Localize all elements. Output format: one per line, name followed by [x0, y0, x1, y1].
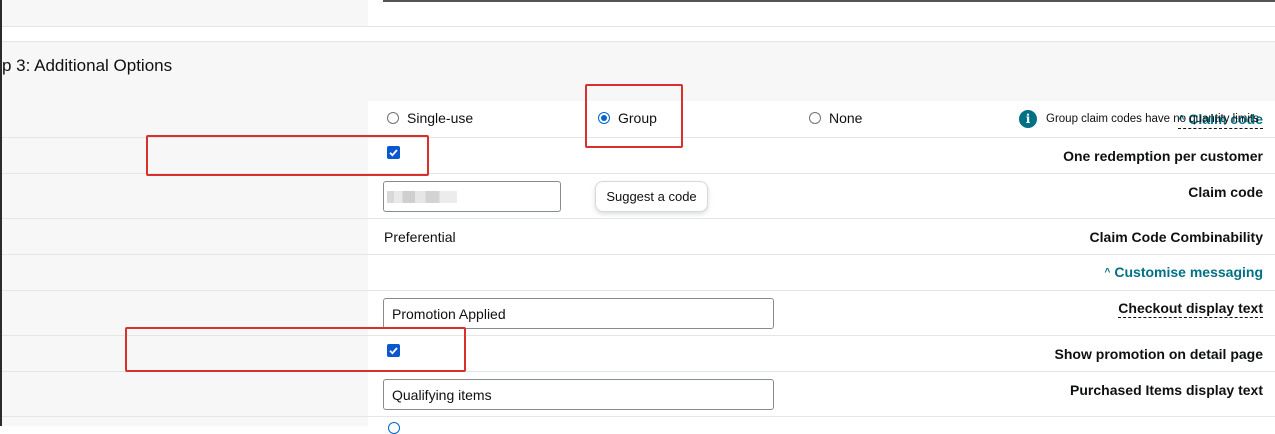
step-title: p 3: Additional Options — [2, 56, 173, 75]
suggest-code-button[interactable]: Suggest a code — [595, 181, 708, 212]
claim-code-row: ^ Claim code Single-use Group None i Grou… — [2, 101, 1275, 138]
caret-up-icon: ^ — [1104, 267, 1111, 278]
previous-input-edge — [383, 0, 1275, 2]
checkmark-icon — [389, 149, 398, 157]
customise-messaging-toggle[interactable]: ^ Customise messaging — [1105, 264, 1263, 280]
show-promotion-row: Show promotion on detail page — [2, 336, 1275, 372]
radio-single-use[interactable]: Single-use — [387, 110, 473, 126]
info-message: i Group claim codes have no quantity lim… — [1019, 110, 1259, 128]
combinability-label: Claim Code Combinability — [1089, 229, 1263, 245]
claim-code-input-row: Claim code Suggest a code — [2, 174, 1275, 219]
previous-section-remnant — [2, 0, 1275, 27]
previous-label-cell — [2, 0, 368, 26]
checkout-display-input[interactable]: Promotion Applied — [383, 298, 774, 329]
show-promotion-checkbox[interactable] — [387, 344, 400, 357]
one-redemption-checkbox[interactable] — [387, 146, 400, 159]
step-header: p 3: Additional Options — [2, 41, 1275, 103]
radio-none[interactable]: None — [809, 110, 862, 126]
checkout-display-row: Checkout display text Promotion Applied — [2, 291, 1275, 336]
purchased-items-input[interactable]: Qualifying items — [383, 379, 774, 410]
radio-circle-icon[interactable] — [388, 422, 400, 434]
claim-code-label: Claim code — [1188, 184, 1263, 200]
checkout-display-label: Checkout display text — [1118, 300, 1263, 318]
show-promotion-label: Show promotion on detail page — [1054, 346, 1263, 362]
info-icon: i — [1019, 110, 1037, 128]
radio-circle-icon — [387, 112, 399, 124]
one-redemption-label: One redemption per customer — [1063, 148, 1263, 164]
redacted-code — [387, 190, 457, 203]
checkmark-icon — [389, 347, 398, 355]
one-redemption-row: One redemption per customer — [2, 138, 1275, 174]
radio-circle-icon — [809, 112, 821, 124]
next-row-peek — [2, 417, 1275, 426]
customise-messaging-row: ^ Customise messaging — [2, 255, 1275, 291]
purchased-items-row: Purchased Items display text Qualifying … — [2, 372, 1275, 417]
combinability-value: Preferential — [384, 229, 456, 245]
purchased-items-label: Purchased Items display text — [1070, 382, 1263, 398]
radio-selected-icon — [598, 112, 610, 124]
claim-code-input[interactable] — [383, 181, 561, 212]
radio-group[interactable]: Group — [598, 110, 657, 126]
combinability-row: Claim Code Combinability Preferential — [2, 219, 1275, 255]
